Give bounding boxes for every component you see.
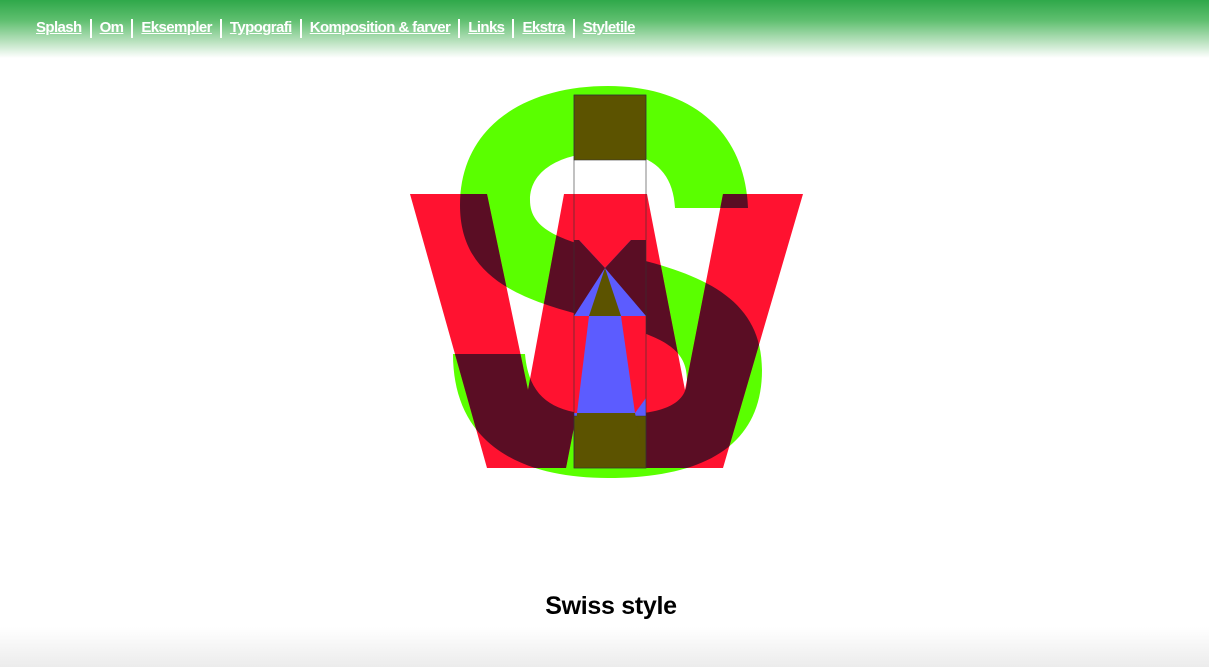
nav-item-splash: Splash — [36, 17, 100, 39]
nav-link-om[interactable]: Om — [100, 17, 124, 39]
page-title: Swiss style — [545, 591, 677, 620]
main-nav: Splash Om Eksempler Typografi Kompositio… — [36, 17, 635, 39]
overlap-i-w-bottom-olive — [574, 413, 646, 468]
page: Splash Om Eksempler Typografi Kompositio… — [0, 0, 1209, 667]
nav-separator — [458, 18, 461, 38]
nav-item-om: Om — [100, 17, 142, 39]
nav-item-ekstra: Ekstra — [522, 17, 582, 39]
swiss-style-logo-graphic — [410, 86, 803, 478]
nav-link-links[interactable]: Links — [468, 17, 505, 39]
nav-link-splash[interactable]: Splash — [36, 17, 82, 39]
top-navigation-bar: Splash Om Eksempler Typografi Kompositio… — [0, 0, 1209, 58]
nav-separator — [299, 18, 302, 38]
nav-separator — [131, 18, 134, 38]
nav-item-eksempler: Eksempler — [141, 17, 229, 39]
nav-separator — [572, 18, 575, 38]
nav-item-links: Links — [468, 17, 522, 39]
overlap-i-dot-s — [573, 94, 647, 161]
nav-item-styletile: Styletile — [583, 17, 636, 39]
nav-link-ekstra[interactable]: Ekstra — [522, 17, 565, 39]
nav-link-styletile[interactable]: Styletile — [583, 17, 636, 39]
bottom-shadow — [0, 627, 1209, 667]
nav-item-komposition: Komposition & farver — [310, 17, 469, 39]
nav-link-komposition-farver[interactable]: Komposition & farver — [310, 17, 451, 39]
nav-separator — [89, 18, 92, 38]
nav-separator — [512, 18, 515, 38]
nav-item-typografi: Typografi — [230, 17, 310, 39]
nav-link-eksempler[interactable]: Eksempler — [141, 17, 212, 39]
nav-separator — [219, 18, 222, 38]
nav-link-typografi[interactable]: Typografi — [230, 17, 292, 39]
